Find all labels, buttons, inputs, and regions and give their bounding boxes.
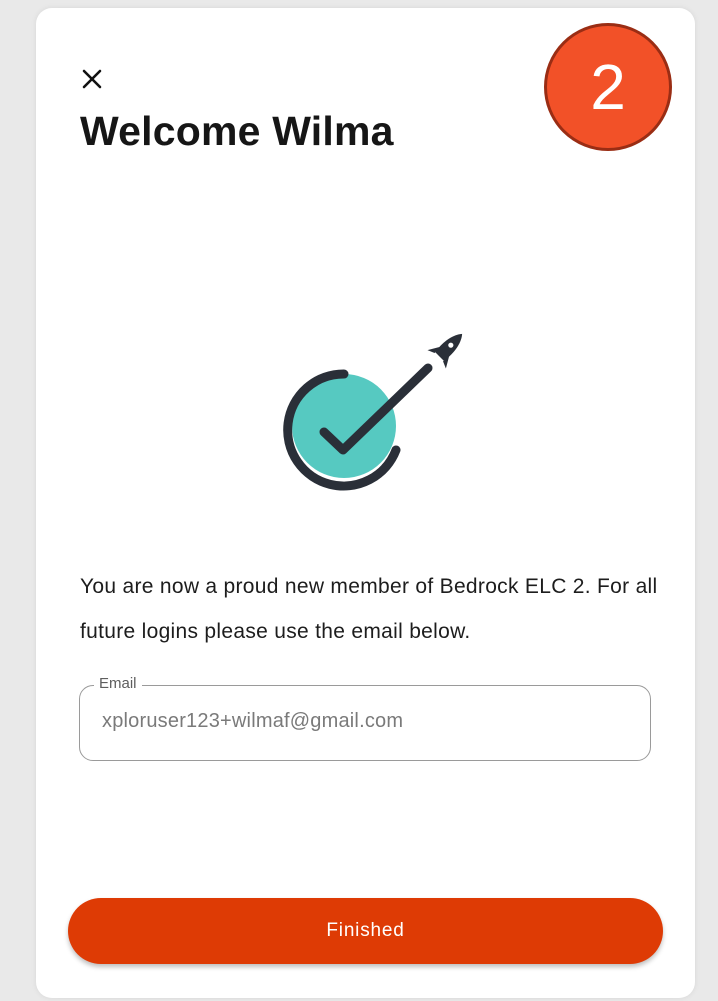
email-label: Email bbox=[94, 675, 142, 692]
close-icon bbox=[82, 69, 102, 89]
welcome-message: You are now a proud new member of Bedroc… bbox=[80, 575, 658, 643]
step-badge: 2 bbox=[544, 23, 672, 151]
welcome-dialog: Welcome Wilma 2 You are now a proud new … bbox=[36, 8, 695, 998]
close-button[interactable] bbox=[76, 63, 108, 95]
email-value: xploruser123+wilmaf@gmail.com bbox=[102, 710, 404, 732]
email-field[interactable]: Email xploruser123+wilmaf@gmail.com bbox=[79, 675, 651, 761]
dialog-title: Welcome Wilma bbox=[80, 108, 394, 154]
rocket-checkmark-icon bbox=[283, 333, 463, 491]
finished-button[interactable]: Finished bbox=[68, 898, 663, 964]
